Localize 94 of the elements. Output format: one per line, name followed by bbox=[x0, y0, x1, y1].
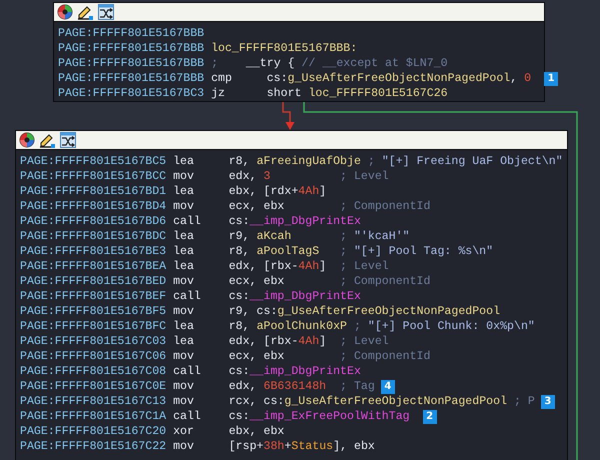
operand-text: r8, aFreeingUafObje bbox=[228, 154, 361, 169]
mnemonic: cmp bbox=[211, 71, 233, 86]
address-label: PAGE:FFFFF801E5167BD6 bbox=[20, 214, 166, 229]
mnemonic: mov bbox=[173, 169, 195, 184]
operand-text: cs:__imp_ExFreePoolWithTag bbox=[228, 409, 410, 424]
color-wheel-icon[interactable] bbox=[57, 4, 73, 20]
operand-text: r8, aPoolChunk0xP bbox=[228, 319, 348, 334]
shuffle-graph-icon[interactable] bbox=[98, 4, 114, 20]
operand-text: ecx, ebx bbox=[228, 199, 286, 214]
number-badge: 1 bbox=[544, 72, 558, 86]
operand-text: short loc_FFFFF801E5167C26 bbox=[266, 86, 448, 101]
address-label: PAGE:FFFFF801E5167BC5 bbox=[20, 154, 166, 169]
comment-text: ; "[+] Freeing UaF Object\n" bbox=[368, 154, 563, 169]
operand-text: cs:__imp_DbgPrintEx bbox=[228, 364, 361, 379]
operand-text: rcx, cs:g_UseAfterFreeObjectNonPagedPool bbox=[228, 394, 508, 409]
address-label: PAGE:FFFFF801E5167BBB bbox=[58, 56, 204, 71]
color-wheel-icon[interactable] bbox=[19, 132, 35, 148]
address-label: PAGE:FFFFF801E5167C13 bbox=[20, 394, 166, 409]
number-badge: 2 bbox=[422, 410, 437, 424]
branch-arrow bbox=[282, 102, 294, 130]
address-label: PAGE:FFFFF801E5167BBB bbox=[58, 71, 204, 86]
comment-text: ; "[+] Pool Chunk: 0x%p\n" bbox=[354, 319, 535, 334]
mnemonic: mov bbox=[173, 394, 195, 409]
mnemonic: lea bbox=[173, 229, 195, 244]
address-label: PAGE:FFFFF801E5167C20 bbox=[20, 424, 166, 439]
operand-text: cs:__imp_DbgPrintEx bbox=[228, 289, 361, 304]
address-label: PAGE:FFFFF801E5167BCC bbox=[20, 169, 166, 184]
mnemonic: mov bbox=[173, 304, 195, 319]
number-badge: 3 bbox=[540, 394, 555, 408]
operand-text: ecx, ebx bbox=[228, 274, 286, 289]
address-label: PAGE:FFFFF801E5167BD1 bbox=[20, 184, 166, 199]
address-label: PAGE:FFFFF801E5167BD4 bbox=[20, 199, 166, 214]
address-label: PAGE:FFFFF801E5167BF5 bbox=[20, 304, 166, 319]
mnemonic: xor bbox=[173, 424, 195, 439]
address-label: PAGE:FFFFF801E5167BEA bbox=[20, 259, 166, 274]
mnemonic: call bbox=[173, 409, 202, 424]
mnemonic: lea bbox=[173, 154, 195, 169]
mnemonic: mov bbox=[173, 349, 195, 364]
shuffle-graph-icon[interactable] bbox=[60, 132, 76, 148]
mnemonic: mov bbox=[173, 379, 195, 394]
address-label: PAGE:FFFFF801E5167BDC bbox=[20, 229, 166, 244]
address-label: PAGE:FFFFF801E5167C1A bbox=[20, 409, 166, 424]
mnemonic: lea bbox=[173, 244, 195, 259]
operand-text: r8, aPoolTagS bbox=[228, 244, 320, 259]
address-label: PAGE:FFFFF801E5167BEF bbox=[20, 289, 166, 304]
operand-text: ebx, [rdx+4Ah] bbox=[228, 184, 328, 199]
operand-text: edx, 3 bbox=[228, 169, 272, 184]
operand-text: [rsp+38h+Status], ebx bbox=[228, 439, 375, 454]
comment-text: ; Level bbox=[340, 334, 389, 349]
comment-text: ; ComponentId bbox=[340, 349, 430, 364]
mnemonic: mov bbox=[173, 439, 195, 454]
operand-text: ebx, ebx bbox=[228, 424, 286, 439]
address-label: PAGE:FFFFF801E5167C06 bbox=[20, 349, 166, 364]
address-label: PAGE:FFFFF801E5167BFC bbox=[20, 319, 166, 334]
comment-text: ; "'kcaH'" bbox=[340, 229, 410, 244]
address-label: PAGE:FFFFF801E5167BBB bbox=[58, 41, 204, 56]
address-label: PAGE:FFFFF801E5167BBB bbox=[58, 26, 204, 41]
address-label: PAGE:FFFFF801E5167C22 bbox=[20, 439, 166, 454]
number-badge: 4 bbox=[380, 380, 395, 394]
mnemonic: lea bbox=[173, 259, 195, 274]
address-label: PAGE:FFFFF801E5167BC3 bbox=[58, 86, 204, 101]
mnemonic: lea bbox=[173, 334, 195, 349]
operand-text: edx, 6B636148h bbox=[228, 379, 328, 394]
comment-text: ; Level bbox=[340, 259, 389, 274]
operand-text: r9, aKcah bbox=[228, 229, 292, 244]
comment-text: ; Level bbox=[340, 169, 389, 184]
code-label: loc_FFFFF801E5167BBB: bbox=[211, 41, 358, 56]
operand-text: cs:__imp_DbgPrintEx bbox=[228, 214, 361, 229]
address-label: PAGE:FFFFF801E5167C08 bbox=[20, 364, 166, 379]
operand-text: ecx, ebx bbox=[228, 349, 286, 364]
comment-text: ; "[+] Pool Tag: %s\n" bbox=[340, 244, 494, 259]
address-label: PAGE:FFFFF801E5167C03 bbox=[20, 334, 166, 349]
comment-text: ; __try { // __except at $LN7_0 bbox=[211, 56, 448, 71]
operand-text: cs:g_UseAfterFreeObjectNonPagedPool, 0 bbox=[266, 71, 532, 86]
pencil-edit-icon[interactable] bbox=[77, 4, 94, 20]
comment-text: ; Tag bbox=[340, 379, 375, 394]
mnemonic: call bbox=[173, 289, 202, 304]
mnemonic: mov bbox=[173, 274, 195, 289]
comment-text: ; ComponentId bbox=[340, 199, 430, 214]
operand-text: r9, cs:g_UseAfterFreeObjectNonPagedPool bbox=[228, 304, 500, 319]
operand-text: edx, [rbx-4Ah] bbox=[228, 259, 328, 274]
address-label: PAGE:FFFFF801E5167C0E bbox=[20, 379, 166, 394]
mnemonic: lea bbox=[173, 184, 195, 199]
mnemonic: call bbox=[173, 364, 202, 379]
mnemonic: mov bbox=[173, 199, 195, 214]
address-label: PAGE:FFFFF801E5167BE3 bbox=[20, 244, 166, 259]
pencil-edit-icon[interactable] bbox=[39, 132, 56, 148]
mnemonic: jz bbox=[211, 86, 226, 101]
comment-text: ; ComponentId bbox=[340, 274, 430, 289]
address-label: PAGE:FFFFF801E5167BED bbox=[20, 274, 166, 289]
comment-text: ; P bbox=[514, 394, 535, 409]
operand-text: edx, [rbx-4Ah] bbox=[228, 334, 328, 349]
mnemonic: lea bbox=[173, 319, 195, 334]
mnemonic: call bbox=[173, 214, 202, 229]
